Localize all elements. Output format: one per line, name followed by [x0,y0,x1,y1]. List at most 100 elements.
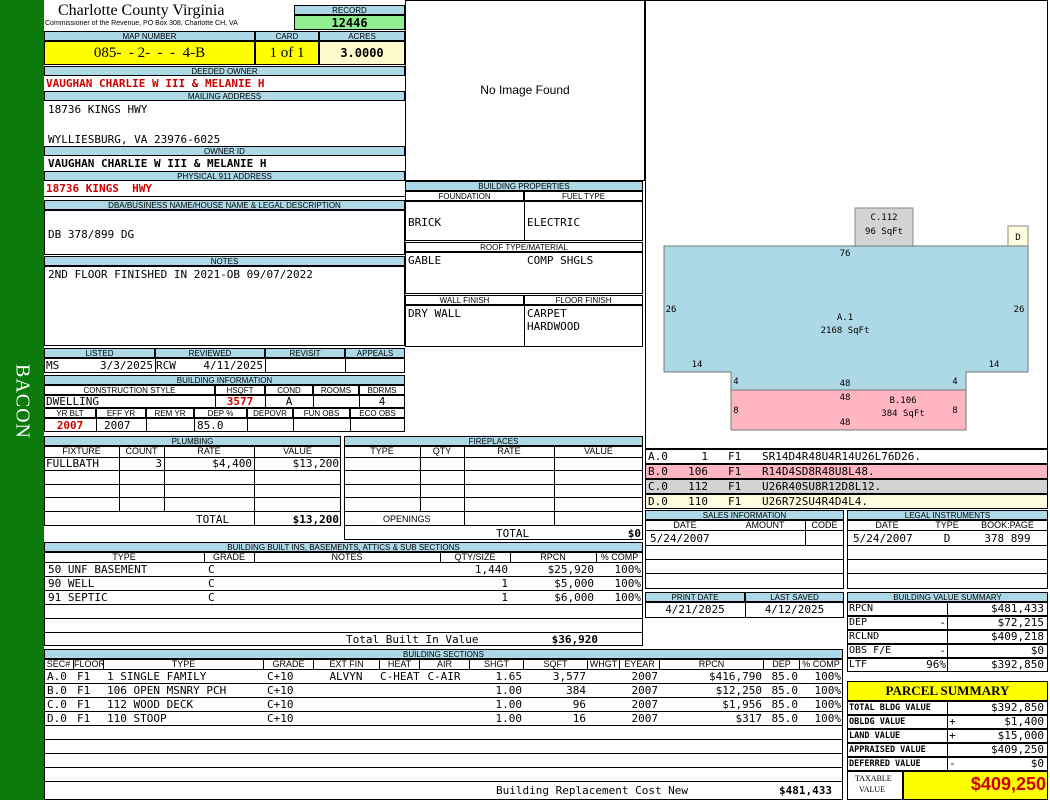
section-cell: $12,250 [715,684,762,697]
taxable-value: $409,250 [970,774,1046,794]
parcel-summary-sign: - [949,757,956,770]
divider [344,525,643,526]
divider [44,497,341,498]
roof-material: COMP SHGLS [527,254,594,267]
plumbing-fixture: FULLBATH [46,457,99,470]
divider [596,552,597,562]
divider [344,511,643,512]
builtin-comp: 100% [614,591,642,604]
dim-label: 48 [840,379,851,389]
value-summary-sign: 96% [926,658,946,671]
dim-label: 14 [692,360,703,370]
divider [947,616,948,630]
divider [44,604,643,605]
legend-code: B.0 [648,465,668,478]
fireplace-type-header: TYPE [370,446,394,456]
divider [947,757,948,771]
builtin-rpcn: $25,920 [547,563,594,576]
section-header: GRADE [264,659,314,669]
divider [164,446,165,511]
divider [524,305,525,347]
divider [947,701,948,715]
section-cell: 96 [572,698,586,711]
replacement-cost: $481,433 [779,784,832,797]
dim-label: 26 [1014,305,1025,315]
divider [554,446,555,525]
divider [44,618,643,619]
plumbing-count: 3 [155,457,162,470]
dim-label: 4 [952,377,957,387]
hsqft-value: 3577 [226,395,254,408]
parcel-summary-title: PARCEL SUMMARY [885,683,1010,698]
section-cell: 100% [814,670,842,683]
dim-label: 4 [733,377,738,387]
legend-floor: F1 [728,480,742,493]
builtin-type: 90 WELL [48,577,95,590]
divider [344,497,643,498]
divider [44,683,843,684]
builtin-type: 91 SEPTIC [48,591,108,604]
section-header: SQFT [524,659,588,669]
legal-book-header: BOOK:PAGE [981,520,1034,530]
section-cell: C-HEAT [380,670,420,683]
sketch-b-label: B.106 [889,396,916,406]
plumbing-rate-header: RATE [197,446,221,456]
eco-obs-label: ECO OBS [350,408,405,418]
section-cell: 2007 [631,712,659,725]
legend-floor: F1 [728,495,742,508]
legend-description: SR14D4R48U4R14U26L76D26. [762,450,921,463]
listed-by: MS [46,359,60,372]
divider [44,767,843,768]
replacement-cost-label: Building Replacement Cost New [496,784,689,797]
builtin-qty: 1 [501,577,508,590]
section-header: DEP [764,659,800,669]
sketch-legend-row: B.0 106 F1 R14D4SD8R48U8L48. [645,464,1048,479]
acres-label: ACRES [319,31,405,41]
section-cell: F1 [77,712,91,725]
parcel-summary-label: APPRAISED VALUE [849,745,926,755]
section-header: EYEAR [620,659,660,669]
divider [146,418,147,432]
built-ins-title: BUILDING BUILT INS, BASEMENTS, ATTICS & … [44,542,643,552]
value-summary-label: RCLND [849,631,880,642]
legend-code: C.0 [648,480,668,493]
rem-yr-label: REM YR [146,408,194,418]
dim-label: 8 [952,406,957,416]
physical-address: 18736 KINGS HWY [46,182,152,195]
sketch-legend-row: A.0 1 F1 SR14D4R48U4R14U26L76D26. [645,449,1048,464]
section-header: EXT FIN [314,659,380,669]
section-header: SHGT [470,659,524,669]
value-summary-label: DEP [849,617,868,628]
fireplace-value-header: VALUE [584,446,613,456]
plumbing-value: $13,200 [292,457,339,470]
fuel-type-label: FUEL TYPE [524,191,643,201]
last-saved-label: LAST SAVED [745,592,844,602]
section-cell: 1.00 [495,698,523,711]
legend-number: 112 [688,480,708,493]
section-cell: A.0 [47,670,67,683]
sales-amount-header: AMOUNT [745,520,785,530]
dep-pct-label: DEP % [194,408,247,418]
plumbing-rate: $4,400 [212,457,252,470]
section-header: % COMP [800,659,843,669]
roof-label: ROOF TYPE/MATERIAL [405,242,643,252]
sales-code-header: CODE [811,520,838,530]
section-cell: 110 STOOP [107,712,167,725]
section-cell: 2007 [631,698,659,711]
section-cell: F1 [77,698,91,711]
divider [947,602,948,616]
section-cell: 85.0 [771,670,799,683]
builtin-qty-header: QTY/SIZE [454,552,496,562]
yr-blt-label: YR BLT [44,408,96,418]
wall-finish: DRY WALL [408,307,461,320]
legend-number: 1 [701,450,708,463]
deeded-owner-label: DEEDED OWNER [44,66,405,76]
legend-floor: F1 [728,450,742,463]
divider [440,552,441,562]
parcel-summary-sign: + [949,715,956,728]
builtin-type-header: TYPE [112,552,136,562]
parcel-summary-label: DEFERRED VALUE [849,759,921,769]
parcel-summary-label: TOTAL BLDG VALUE [849,703,931,713]
section-cell: 1.00 [495,684,523,697]
divider [847,573,1048,574]
